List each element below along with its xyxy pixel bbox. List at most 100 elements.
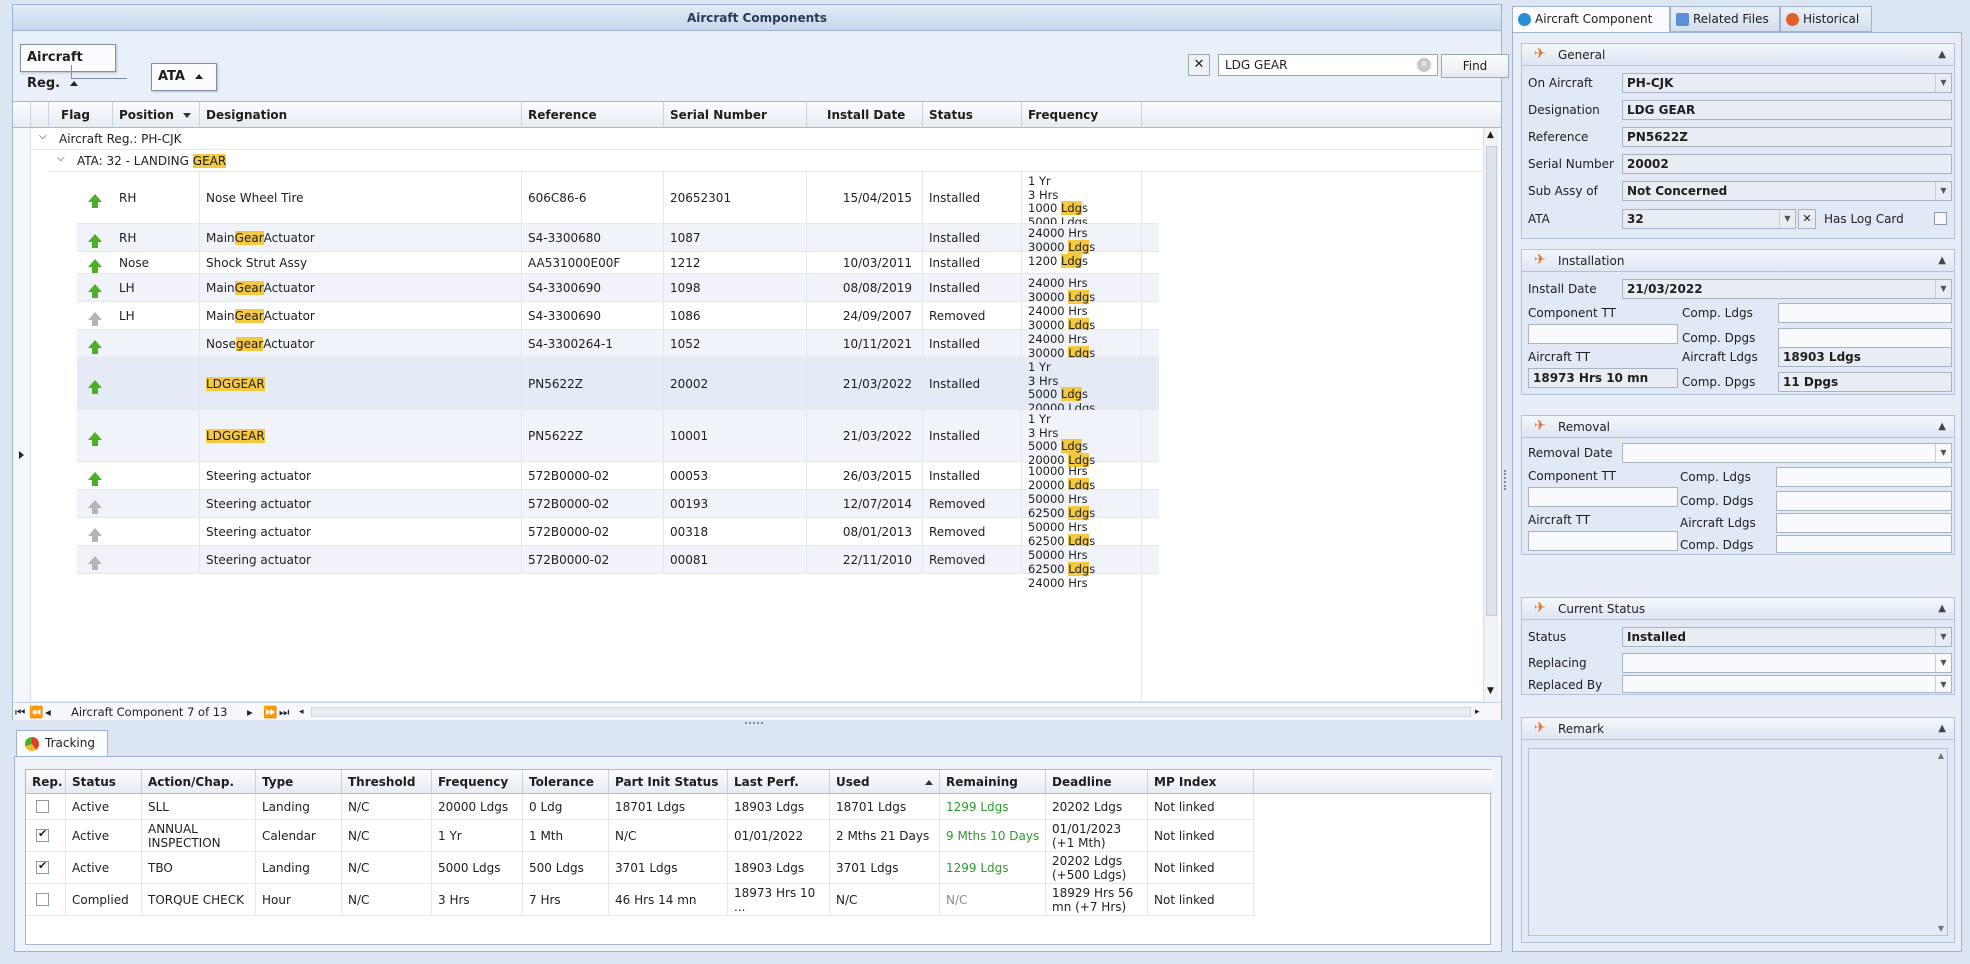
prev-record-icon[interactable]: ◂	[45, 703, 51, 721]
section-header[interactable]: ✈ Removal ▲	[1522, 416, 1954, 438]
chevron-down-icon[interactable]: ▼	[1935, 182, 1951, 200]
scroll-down-icon[interactable]: ▼	[1487, 686, 1494, 696]
section-header[interactable]: ✈ Current Status ▲	[1522, 598, 1954, 620]
chevron-down-icon[interactable]: ▼	[1935, 280, 1951, 298]
table-row[interactable]: LDG GEAR PN5622Z 10001 21/03/2022 Installed 1…	[77, 410, 1159, 467]
section-header[interactable]: ✈ Remark ▲	[1522, 718, 1954, 740]
section-header[interactable]: ✈ General ▲	[1522, 44, 1954, 66]
collapse-icon[interactable]: ▲	[1938, 250, 1946, 272]
tab-tracking[interactable]: Tracking	[16, 730, 108, 756]
install-date-field[interactable]: 21/03/2022 ▼	[1622, 279, 1952, 299]
next-page-icon[interactable]: ⏩	[263, 703, 277, 721]
collapse-icon[interactable]: ▲	[1938, 416, 1946, 438]
table-row[interactable]: Active ANNUAL INSPECTION Calendar N/C 1 Yr 1 …	[26, 820, 1254, 852]
status-select[interactable]: Installed ▼	[1622, 627, 1952, 647]
remark-textarea[interactable]: ▲ ▼	[1528, 748, 1948, 936]
table-row[interactable]: Complied TORQUE CHECK Hour N/C 3 Hrs 7 Hrs 46 …	[26, 884, 1254, 916]
removal-comp-ldgs-field[interactable]	[1776, 467, 1952, 487]
column-header-tolerance[interactable]: Tolerance	[523, 770, 609, 794]
column-header-frequency[interactable]: Frequency	[432, 770, 523, 794]
last-record-icon[interactable]: ⏭	[279, 703, 289, 721]
aircraft-ldgs-field[interactable]: 18903 Ldgs	[1778, 347, 1952, 367]
ata-clear-button[interactable]: ✕	[1798, 209, 1816, 229]
column-header-action[interactable]: Action/Chap.	[142, 770, 256, 794]
scroll-up-icon[interactable]: ▲	[1938, 751, 1944, 760]
column-header-status[interactable]: Status	[66, 770, 142, 794]
scroll-left-icon[interactable]: ◂	[299, 703, 304, 721]
column-header-install-date[interactable]: Install Date	[807, 102, 923, 128]
column-header-last-perf[interactable]: Last Perf.	[728, 770, 830, 794]
table-row[interactable]: Steering actuator 572B0000-02 00081 22/11/2…	[77, 546, 1159, 576]
removal-aircraft-ldgs-field[interactable]	[1776, 513, 1952, 533]
filter-dropdown-icon[interactable]	[183, 113, 191, 118]
search-input[interactable]: LDG GEAR	[1218, 54, 1438, 76]
collapse-icon[interactable]: ▲	[1938, 718, 1946, 740]
scroll-down-icon[interactable]: ▼	[1938, 924, 1944, 933]
group-row-aircraft[interactable]: ⌵ Aircraft Reg.: PH-CJK	[31, 128, 1501, 150]
table-row[interactable]: Nose gear Actuator S4-3300264-1 1052 10/11/…	[77, 330, 1159, 360]
collapse-icon[interactable]: ⌵	[57, 153, 65, 164]
column-header-position[interactable]: Position	[113, 102, 200, 128]
section-header[interactable]: ✈ Installation ▲	[1522, 250, 1954, 272]
column-header-frequency[interactable]: Frequency	[1022, 102, 1142, 128]
clear-search-icon[interactable]: ✕	[1417, 58, 1431, 72]
aircraft-tt-field[interactable]: 18973 Hrs 10 mn	[1528, 368, 1678, 388]
collapse-icon[interactable]: ▲	[1938, 598, 1946, 620]
column-header-part-init[interactable]: Part Init Status	[609, 770, 728, 794]
designation-field[interactable]: LDG GEAR	[1622, 100, 1952, 120]
rep-checkbox[interactable]	[36, 893, 49, 906]
column-header-deadline[interactable]: Deadline	[1046, 770, 1148, 794]
removal-aircraft-tt-field[interactable]	[1528, 531, 1678, 551]
column-header-flag[interactable]: Flag	[49, 102, 113, 128]
column-header-used[interactable]: Used	[830, 770, 940, 794]
rep-checkbox[interactable]	[36, 800, 49, 813]
horizontal-scrollbar[interactable]	[311, 707, 1471, 717]
chevron-down-icon[interactable]: ▼	[1935, 74, 1951, 92]
ata-select[interactable]: 32 ▼	[1622, 209, 1796, 229]
replaced-by-select[interactable]: ▼	[1622, 675, 1952, 693]
table-row[interactable]: RH Main Gear Actuator S4-3300680 1087 Instal…	[77, 224, 1159, 254]
comp-dpgs2-field[interactable]: 11 Dpgs	[1778, 372, 1952, 392]
column-header-reference[interactable]: Reference	[522, 102, 664, 128]
reference-field[interactable]: PN5622Z	[1622, 127, 1952, 147]
group-by-ata[interactable]: ATA	[151, 63, 217, 91]
column-header-mp-index[interactable]: MP Index	[1148, 770, 1254, 794]
table-row[interactable]: Active SLL Landing N/C 20000 Ldgs 0 Ldg 18701 …	[26, 794, 1254, 820]
clear-filter-button[interactable]: ✕	[1188, 54, 1210, 76]
comp-ldgs-field[interactable]	[1778, 303, 1952, 323]
chevron-down-icon[interactable]: ▼	[1779, 210, 1795, 228]
removal-comp-ddgs-field[interactable]	[1776, 491, 1952, 511]
horizontal-splitter[interactable]	[745, 722, 763, 726]
removal-comp-ddgs2-field[interactable]	[1776, 535, 1952, 553]
has-log-card-checkbox[interactable]	[1934, 212, 1947, 225]
tab-historical[interactable]: Historical	[1780, 6, 1872, 32]
prev-page-icon[interactable]: ⏪	[29, 703, 43, 721]
column-header-type[interactable]: Type	[256, 770, 342, 794]
column-header-status[interactable]: Status	[923, 102, 1022, 128]
table-row-partial[interactable]: 24000 Hrs	[77, 574, 1159, 702]
tab-aircraft-component[interactable]: Aircraft Component	[1512, 6, 1670, 33]
scroll-up-icon[interactable]: ▲	[1487, 130, 1494, 140]
table-row[interactable]: LH Main Gear Actuator S4-3300690 1086 24/09/…	[77, 302, 1159, 332]
vertical-scrollbar[interactable]: ▲ ▼	[1483, 128, 1499, 702]
column-header-remaining[interactable]: Remaining	[940, 770, 1046, 794]
tab-related-files[interactable]: Related Files	[1670, 6, 1780, 32]
column-header-threshold[interactable]: Threshold	[342, 770, 432, 794]
rep-checkbox[interactable]	[36, 827, 49, 842]
column-header-serial-number[interactable]: Serial Number	[664, 102, 807, 128]
collapse-icon[interactable]: ▲	[1938, 44, 1946, 66]
table-row[interactable]: Steering actuator 572B0000-02 00053 26/03/2…	[77, 462, 1159, 492]
chevron-down-icon[interactable]: ▼	[1935, 676, 1951, 692]
table-row[interactable]: Steering actuator 572B0000-02 00193 12/07/2…	[77, 490, 1159, 520]
table-row[interactable]: Active TBO Landing N/C 5000 Ldgs 500 Ldgs 3701…	[26, 852, 1254, 884]
find-button[interactable]: Find	[1441, 54, 1509, 78]
replacing-select[interactable]: ▼	[1622, 653, 1952, 673]
table-row[interactable]: Steering actuator 572B0000-02 00318 08/01/2…	[77, 518, 1159, 548]
scrollbar-thumb[interactable]	[1486, 146, 1497, 616]
chevron-down-icon[interactable]: ▼	[1935, 628, 1951, 646]
chevron-down-icon[interactable]: ▼	[1935, 444, 1951, 462]
removal-date-field[interactable]: ▼	[1622, 443, 1952, 463]
rep-checkbox[interactable]	[36, 859, 49, 874]
table-row[interactable]: RH Nose Wheel Tire 606C86-6 20652301 15/04/2…	[77, 172, 1159, 228]
serial-number-field[interactable]: 20002	[1622, 154, 1952, 174]
